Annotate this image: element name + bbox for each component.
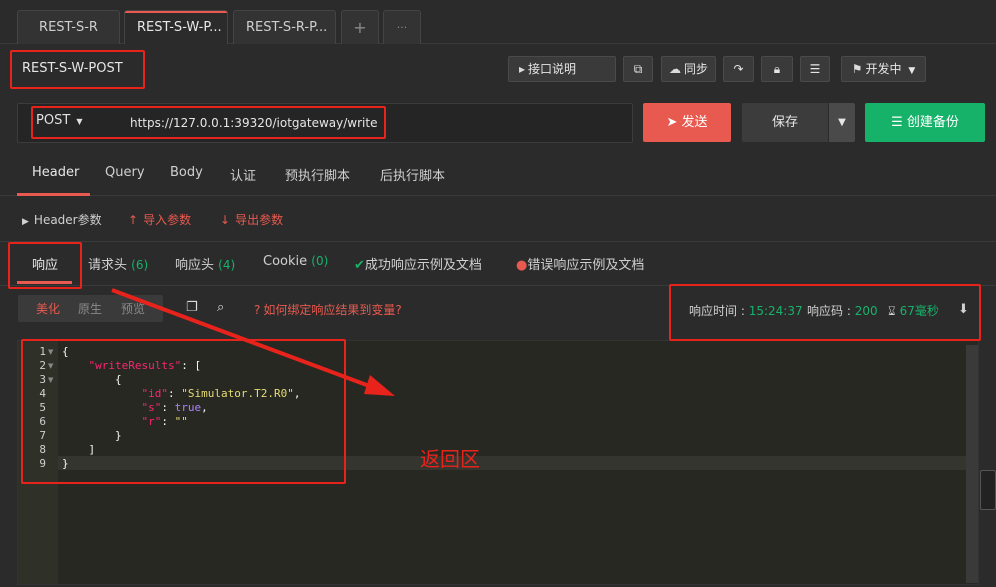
send-button[interactable]: ➤ 发送 — [643, 103, 731, 142]
tab-cookie[interactable]: Cookie (0) — [263, 254, 328, 269]
save-dropdown-button[interactable]: ▼ — [829, 103, 855, 142]
tab-body[interactable]: Body — [170, 165, 203, 180]
tab-auth[interactable]: 认证 — [230, 165, 256, 184]
export-params-label: 导出参数 — [235, 213, 284, 227]
tab-header[interactable]: Header — [32, 165, 79, 180]
backup-label: 创建备份 — [906, 115, 959, 130]
tab-post-script[interactable]: 后执行脚本 — [380, 165, 445, 184]
annotation-label: 返回区 — [420, 447, 480, 471]
search-icon[interactable]: ⌕ — [217, 300, 224, 315]
database-icon: ☰ — [891, 115, 903, 130]
tab-strip: REST-S-R REST-S-W-P... REST-S-R-P... + ·… — [0, 0, 996, 44]
request-headers-label: 请求头 — [88, 258, 128, 273]
save-label: 保存 — [771, 115, 798, 130]
import-params-button[interactable]: ↑ 导入参数 — [128, 211, 191, 228]
chevron-down-icon: ▼ — [908, 66, 916, 76]
copy-response-icon[interactable]: ❐ — [186, 300, 198, 315]
request-tabs: Header Query Body 认证 预执行脚本 后执行脚本 — [0, 152, 996, 196]
tab-response-headers[interactable]: 响应头 (4) — [175, 254, 235, 273]
chevron-down-icon: ▼ — [838, 117, 846, 128]
play-icon: ▸ — [519, 62, 526, 76]
tab-request-headers[interactable]: 请求头 (6) — [88, 254, 148, 273]
annotation-box-meta — [669, 284, 981, 341]
sync-label: 同步 — [683, 62, 708, 76]
tab-query[interactable]: Query — [105, 165, 145, 180]
response-headers-label: 响应头 — [175, 258, 215, 273]
bind-help-label: 如何绑定响应结果到变量? — [263, 303, 402, 317]
more-tabs-button[interactable]: ··· — [383, 10, 421, 44]
tab-error-example[interactable]: ●错误响应示例及文档 — [516, 254, 644, 273]
response-tabs: 响应 请求头 (6) 响应头 (4) Cookie (0) ✔成功响应示例及文档… — [0, 242, 996, 286]
tab-rest-s-w-post[interactable]: REST-S-W-P... — [124, 10, 228, 44]
create-backup-button[interactable]: ☰ 创建备份 — [865, 103, 985, 142]
format-preview[interactable]: 预览 — [121, 300, 145, 317]
env-dropdown[interactable]: ⚑ 开发中 ▼ — [841, 56, 926, 82]
annotation-box-title — [10, 50, 145, 89]
copy-button[interactable]: ⧉ — [623, 56, 653, 82]
import-params-label: 导入参数 — [143, 213, 192, 227]
export-params-button[interactable]: ↓ 导出参数 — [220, 211, 283, 228]
app-window: REST-S-R REST-S-W-P... REST-S-R-P... + ·… — [0, 0, 996, 587]
database-button[interactable]: ☰ — [800, 56, 830, 82]
side-scroll-handle[interactable] — [980, 470, 996, 510]
send-icon: ➤ — [666, 115, 678, 130]
cookie-label: Cookie — [263, 254, 308, 269]
save-button[interactable]: 保存 — [742, 103, 828, 142]
tab-rest-s-r[interactable]: REST-S-R — [17, 10, 120, 44]
format-raw[interactable]: 原生 — [78, 300, 102, 317]
more-icon: ··· — [396, 21, 408, 34]
format-beautify[interactable]: 美化 — [36, 300, 60, 317]
annotation-box-response-tab — [8, 242, 82, 289]
param-row: ▶ Header参数 ↑ 导入参数 ↓ 导出参数 — [0, 196, 996, 242]
lock-icon: 🔒︎ — [773, 62, 781, 76]
annotation-box-url — [31, 106, 386, 139]
sync-button[interactable]: ☁ 同步 — [661, 56, 716, 82]
bind-help-link[interactable]: ? 如何绑定响应结果到变量? — [254, 301, 402, 318]
tab-label: REST-S-W-P... — [137, 20, 222, 35]
question-icon: ? — [254, 303, 261, 317]
cloud-icon: ☁ — [668, 62, 681, 76]
arrow-down-icon: ↓ — [220, 213, 231, 227]
header-params-label: Header参数 — [33, 213, 102, 227]
header-params-toggle[interactable]: ▶ Header参数 — [22, 211, 102, 228]
error-circle-icon: ● — [516, 258, 528, 273]
share-button[interactable]: ↷ — [723, 56, 754, 82]
share-icon: ↷ — [733, 62, 744, 76]
caret-right-icon: ▶ — [22, 217, 29, 227]
tab-label: REST-S-R-P... — [246, 20, 328, 35]
annotation-box-code — [21, 339, 346, 484]
add-tab-button[interactable]: + — [341, 10, 379, 44]
copy-icon: ⧉ — [633, 62, 643, 76]
error-example-label: 错误响应示例及文档 — [527, 258, 645, 273]
editor-scrollbar[interactable] — [966, 345, 978, 583]
tab-pre-script[interactable]: 预执行脚本 — [285, 165, 350, 184]
arrow-up-icon: ↑ — [128, 213, 139, 227]
flag-icon: ⚑ — [851, 62, 863, 76]
success-example-label: 成功响应示例及文档 — [364, 258, 482, 273]
tab-label: REST-S-R — [39, 20, 98, 35]
api-doc-label: 接口说明 — [528, 62, 577, 76]
tab-success-example[interactable]: ✔成功响应示例及文档 — [354, 254, 482, 273]
check-circle-icon: ✔ — [354, 258, 365, 273]
api-doc-button[interactable]: ▸ 接口说明 — [508, 56, 616, 82]
cookie-count: (0) — [311, 254, 329, 268]
toolbar: REST-S-W-POST ▸ 接口说明 ⧉ ☁ 同步 ↷ 🔒︎ ☰ ⚑ 开发中 ▼ — [0, 44, 996, 94]
plus-icon: + — [353, 18, 367, 37]
lock-button[interactable]: 🔒︎ — [761, 56, 793, 82]
request-headers-count: (6) — [131, 258, 149, 272]
send-label: 发送 — [681, 115, 708, 130]
response-headers-count: (4) — [218, 258, 236, 272]
tab-rest-s-r-post[interactable]: REST-S-R-P... — [233, 10, 336, 44]
database-icon: ☰ — [809, 62, 821, 76]
env-label: 开发中 — [865, 62, 902, 76]
format-toggle-group: 美化 原生 预览 — [18, 295, 163, 322]
